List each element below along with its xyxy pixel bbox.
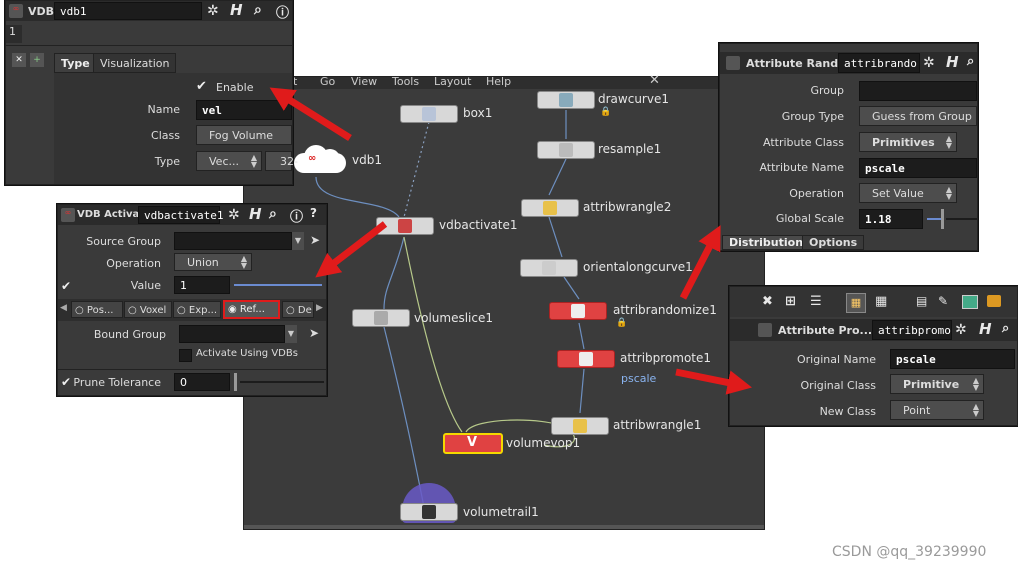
arrow-to-randomize-panel — [679, 225, 721, 300]
watermark: CSDN @qq_39239990 — [832, 544, 987, 560]
arrow-to-name-field — [269, 87, 352, 141]
annotation-arrows — [269, 87, 753, 395]
arrow-from-vdbactivate — [315, 221, 388, 278]
arrow-to-promote-panel — [675, 368, 753, 395]
